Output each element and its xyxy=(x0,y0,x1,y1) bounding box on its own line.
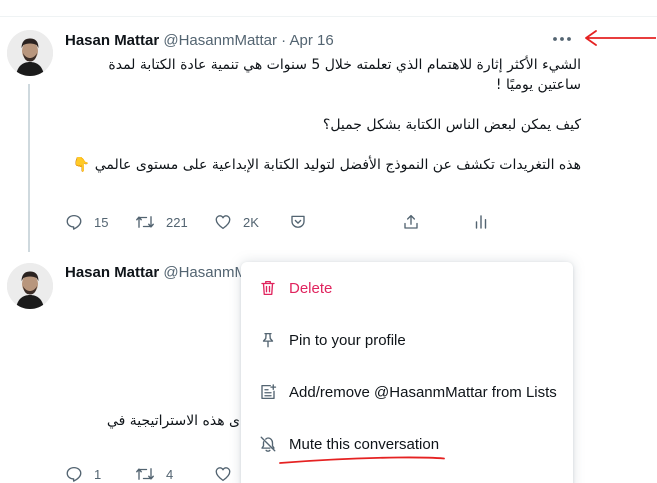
menu-item-delete[interactable]: Delete xyxy=(241,262,573,314)
trash-icon xyxy=(258,278,278,298)
tweet-paragraph xyxy=(65,135,581,155)
tweet-paragraph: هذه التغريدات تكشف عن النموذج الأفضل لتو… xyxy=(72,157,581,173)
avatar-photo-icon xyxy=(7,30,53,76)
retweet-count: 221 xyxy=(166,214,188,230)
retweet-button[interactable]: 4 xyxy=(135,461,173,483)
like-count: 2K xyxy=(243,214,259,230)
reply-icon xyxy=(66,214,82,230)
more-options-button[interactable] xyxy=(551,30,573,48)
heart-icon xyxy=(215,215,231,230)
top-divider xyxy=(0,16,657,17)
analytics-icon xyxy=(475,215,487,229)
tweet-date[interactable]: · Apr 16 xyxy=(281,32,334,49)
menu-item-label: Mute this conversation xyxy=(289,435,440,453)
more-dots-icon xyxy=(553,37,571,41)
author-handle[interactable]: @HasanmMattar xyxy=(163,32,277,49)
reply-button[interactable]: 1 xyxy=(65,461,101,483)
annotation-underline-icon xyxy=(279,456,445,464)
tweet-paragraph xyxy=(65,95,581,115)
tweet-actions: 15 221 2K xyxy=(0,209,657,235)
avatar[interactable] xyxy=(7,263,53,309)
reply-count: 1 xyxy=(94,466,102,482)
retweet-count: 4 xyxy=(166,466,174,482)
share-icon xyxy=(404,214,418,229)
reply-button[interactable]: 15 xyxy=(65,209,108,235)
reply-count: 15 xyxy=(94,214,109,230)
list-add-icon xyxy=(258,382,278,402)
tweet-text: ى هذه الاستراتيجية في xyxy=(106,413,240,429)
retweet-icon xyxy=(136,216,154,228)
tweet-header: Hasan Mattar @HasanmMattar · Apr 16 xyxy=(65,32,334,50)
retweet-button[interactable]: 221 xyxy=(135,209,188,235)
reply-icon xyxy=(66,466,82,482)
analytics-button[interactable] xyxy=(472,209,490,235)
menu-item-label: Delete xyxy=(289,279,333,297)
pin-icon xyxy=(258,330,278,350)
tweet-text: الشيء الأكثر إثارة للاهتمام الذي تعلمته … xyxy=(65,55,581,175)
author-name[interactable]: Hasan Mattar xyxy=(65,264,159,281)
menu-item-label: Add/remove @HasanmMattar from Lists xyxy=(289,383,557,401)
like-button[interactable]: 2K xyxy=(214,209,259,235)
heart-icon xyxy=(215,467,231,482)
menu-item-lists[interactable]: Add/remove @HasanmMattar from Lists xyxy=(241,366,573,418)
avatar-photo-icon xyxy=(7,263,53,309)
pocket-save-icon xyxy=(291,215,305,228)
menu-item-label: Pin to your profile xyxy=(289,331,406,349)
save-button[interactable] xyxy=(289,209,307,235)
like-button[interactable] xyxy=(214,461,232,483)
retweet-icon xyxy=(136,468,154,480)
tweet-header: Hasan Mattar @HasanmM xyxy=(65,264,247,282)
mute-icon xyxy=(258,434,278,454)
author-name[interactable]: Hasan Mattar xyxy=(65,32,159,49)
tweet-paragraph: الشيء الأكثر إثارة للاهتمام الذي تعلمته … xyxy=(108,57,581,93)
author-handle[interactable]: @HasanmM xyxy=(163,264,247,281)
share-button[interactable] xyxy=(402,209,420,235)
tweet-paragraph: كيف يمكن لبعض الناس الكتابة بشكل جميل؟ xyxy=(322,117,581,133)
annotation-arrow-icon xyxy=(585,30,656,46)
avatar[interactable] xyxy=(7,30,53,76)
tweet-options-menu: Delete Pin to your profile Add/remove @H… xyxy=(241,262,573,483)
menu-item-pin[interactable]: Pin to your profile xyxy=(241,314,573,366)
